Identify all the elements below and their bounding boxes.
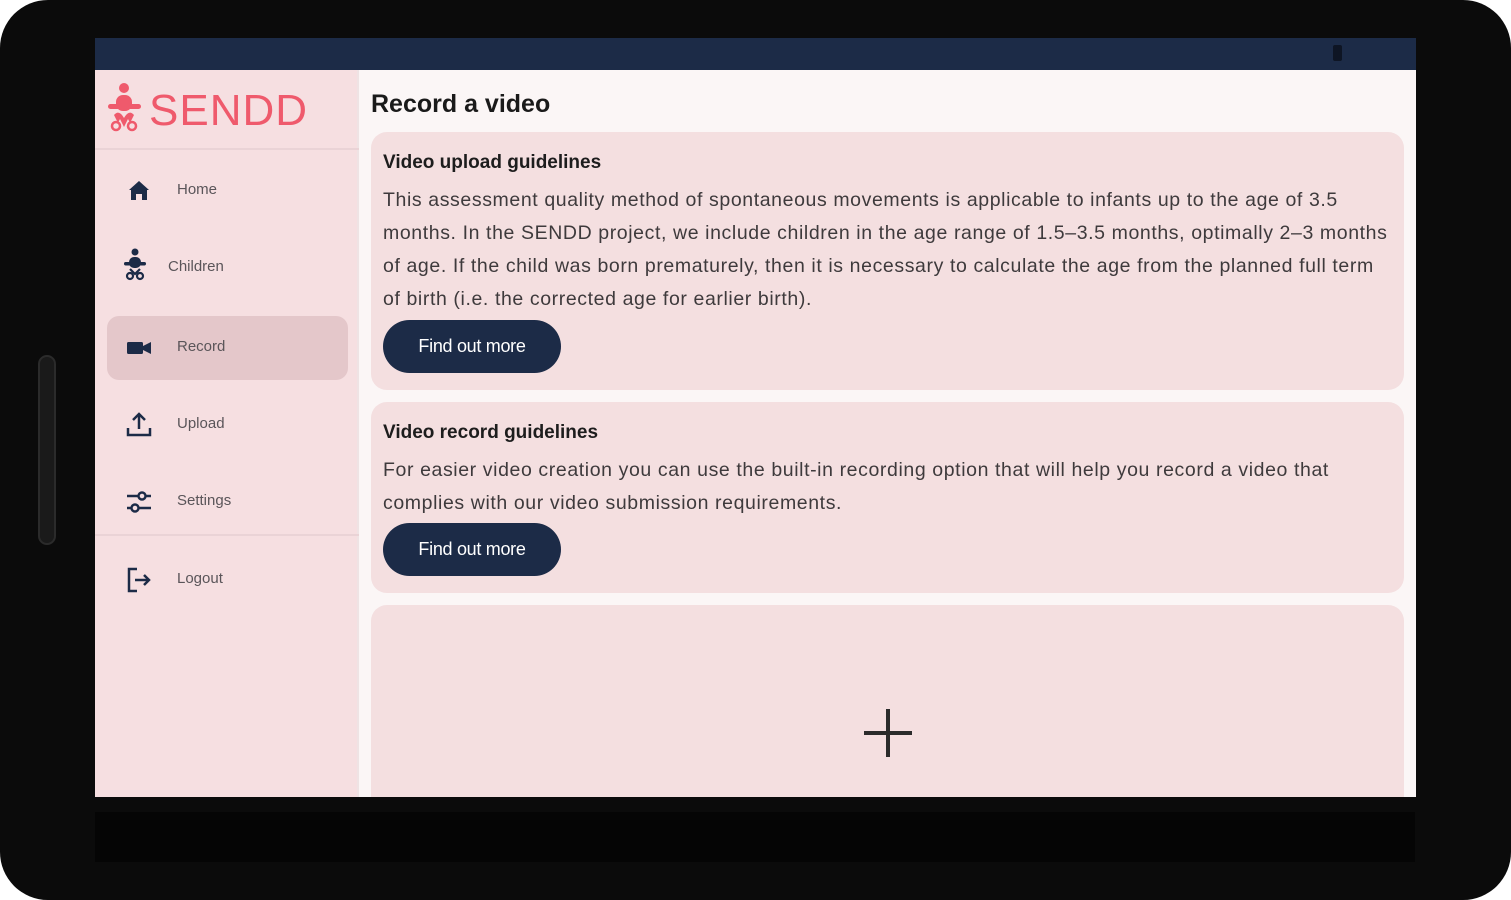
- plus-icon[interactable]: [864, 709, 912, 757]
- record-guidelines-card: Video record guidelines For easier video…: [371, 402, 1404, 593]
- sidebar-item-label: Record: [177, 338, 226, 355]
- card-title: Video record guidelines: [383, 422, 599, 443]
- sidebar-divider: [95, 534, 359, 536]
- status-bar: [95, 38, 1416, 70]
- brand-name: SENDD: [149, 86, 309, 135]
- video-camera-icon: [127, 342, 151, 354]
- sidebar-item-record[interactable]: Record: [107, 316, 348, 380]
- sliders-icon: [127, 491, 151, 513]
- home-icon: [129, 181, 149, 200]
- sidebar-item-home[interactable]: Home: [107, 159, 348, 223]
- sidebar-item-label: Settings: [177, 492, 232, 509]
- sidebar-item-label: Upload: [177, 415, 225, 432]
- sidebar-item-children[interactable]: Children: [107, 236, 348, 300]
- battery-icon: [1333, 45, 1342, 61]
- sidebar-divider: [95, 148, 359, 150]
- logout-icon: [127, 567, 151, 593]
- upload-guidelines-card: Video upload guidelines This assessment …: [371, 132, 1404, 390]
- sidebar-item-logout[interactable]: Logout: [107, 548, 348, 612]
- app-screen: SENDD Home Children Record Upload Settin…: [95, 38, 1416, 797]
- child-icon: [124, 248, 146, 281]
- sidebar-item-label: Home: [177, 181, 218, 198]
- upload-icon: [126, 412, 152, 437]
- tablet-frame: SENDD Home Children Record Upload Settin…: [0, 0, 1511, 900]
- card-body: For easier video creation you can use th…: [383, 459, 1329, 514]
- device-side-button: [38, 355, 56, 545]
- device-bezel-bottom: [95, 812, 1415, 862]
- main-content: Record a video Video upload guidelines T…: [359, 70, 1416, 797]
- baby-logo-icon: [108, 83, 141, 132]
- card-title: Video upload guidelines: [383, 152, 602, 173]
- card-body: This assessment quality method of sponta…: [383, 189, 1388, 310]
- sidebar-item-label: Logout: [177, 570, 223, 587]
- brand-logo: SENDD: [107, 82, 352, 140]
- find-out-more-button[interactable]: Find out more: [383, 320, 561, 373]
- page-title: Record a video: [371, 90, 551, 118]
- find-out-more-button[interactable]: Find out more: [383, 523, 561, 576]
- sidebar-item-settings[interactable]: Settings: [107, 470, 348, 534]
- new-video-card[interactable]: [371, 605, 1404, 797]
- sidebar-item-upload[interactable]: Upload: [107, 393, 348, 457]
- sidebar: SENDD Home Children Record Upload Settin…: [95, 70, 359, 797]
- sidebar-item-label: Children: [168, 258, 224, 275]
